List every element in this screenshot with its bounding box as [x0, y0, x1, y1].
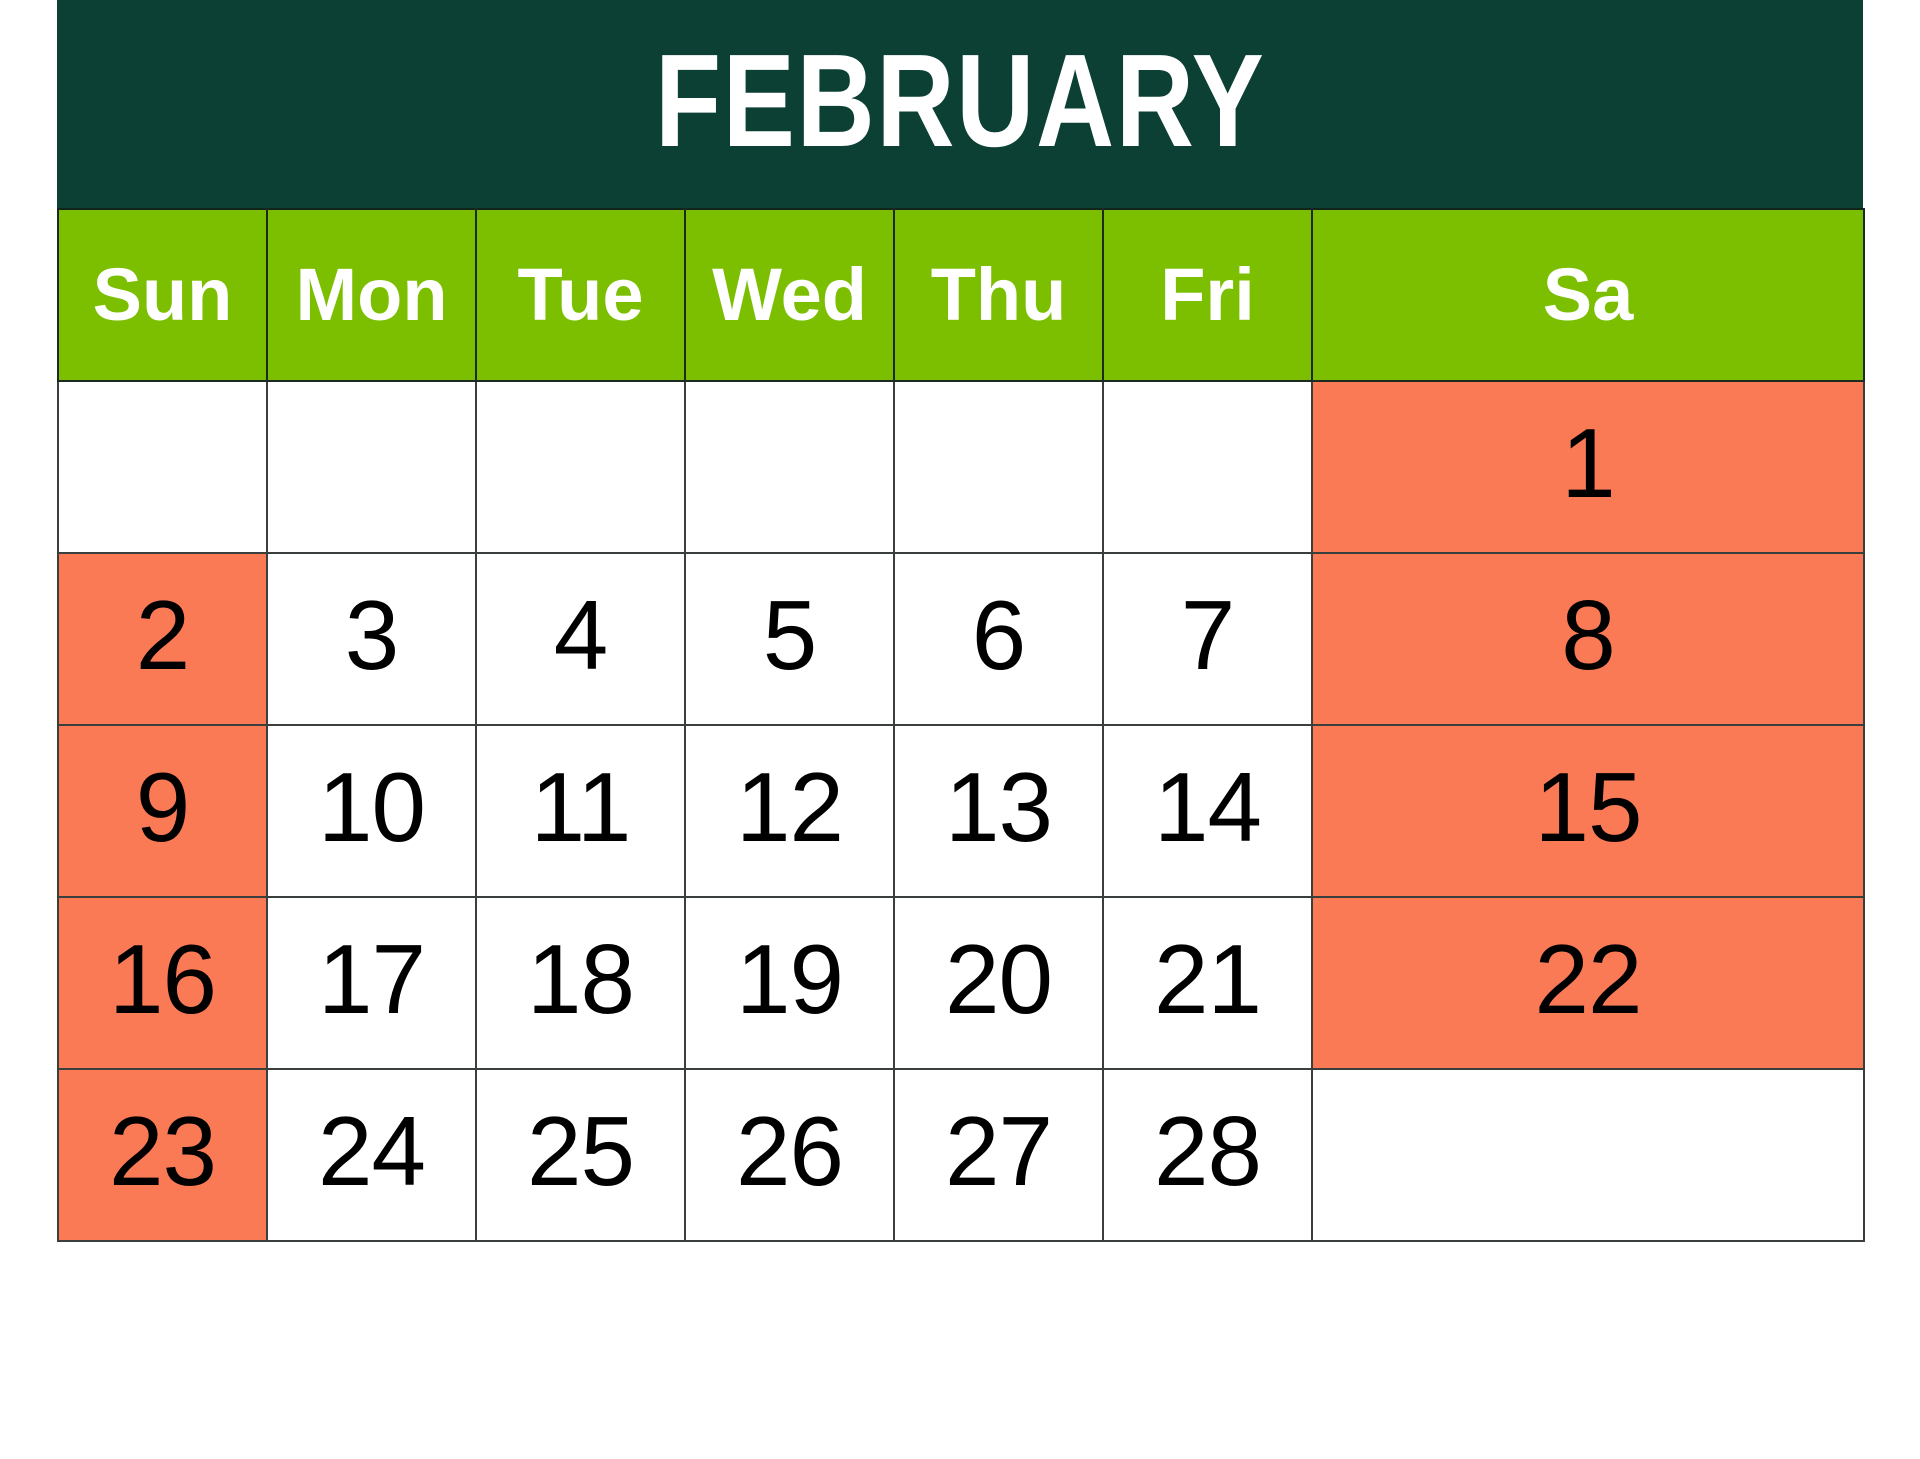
- calendar-day-cell-empty: [57, 380, 268, 554]
- day-number: 18: [526, 924, 635, 1034]
- calendar-day-cell[interactable]: 8: [1311, 552, 1865, 726]
- calendar-day-cell[interactable]: 5: [684, 552, 895, 726]
- calendar-grid: Sun Mon Tue Wed Thu Fri Sa 1 2 3 4 5 6 7 8 9 10 11 12 13 14…: [57, 208, 1865, 1242]
- calendar-day-cell-empty: [266, 380, 477, 554]
- calendar-day-cell[interactable]: 10: [266, 724, 477, 898]
- calendar-day-cell[interactable]: 7: [1102, 552, 1313, 726]
- calendar-week-row: 23 24 25 26 27 28: [57, 1068, 1865, 1242]
- calendar-day-cell[interactable]: 23: [57, 1068, 268, 1242]
- day-number: 26: [735, 1096, 844, 1206]
- day-header-monday: Mon: [266, 208, 477, 382]
- calendar-day-cell[interactable]: 25: [475, 1068, 686, 1242]
- calendar-day-cell[interactable]: 28: [1102, 1068, 1313, 1242]
- day-number: 24: [317, 1096, 426, 1206]
- calendar-week-row: 2 3 4 5 6 7 8: [57, 552, 1865, 726]
- day-header-sunday: Sun: [57, 208, 268, 382]
- calendar-day-cell-empty: [684, 380, 895, 554]
- calendar-day-cell-empty: [1102, 380, 1313, 554]
- day-number: 4: [553, 580, 609, 690]
- calendar-day-cell[interactable]: 9: [57, 724, 268, 898]
- day-number: 23: [108, 1096, 217, 1206]
- day-number: 11: [530, 752, 632, 862]
- day-number: 16: [108, 924, 217, 1034]
- day-number: 13: [944, 752, 1053, 862]
- day-number: 10: [317, 752, 426, 862]
- day-number: 2: [135, 580, 191, 690]
- calendar-day-cell[interactable]: 16: [57, 896, 268, 1070]
- calendar-day-cell[interactable]: 14: [1102, 724, 1313, 898]
- calendar-day-cell[interactable]: 6: [893, 552, 1104, 726]
- calendar: FEBRUARY Sun Mon Tue Wed Thu Fri Sa 1234567891…: [57, 0, 1865, 1242]
- day-number: 6: [971, 580, 1027, 690]
- calendar-day-cell[interactable]: 2: [57, 552, 268, 726]
- day-number: 8: [1561, 580, 1616, 690]
- calendar-day-cell[interactable]: 24: [266, 1068, 477, 1242]
- day-number: 7: [1180, 580, 1236, 690]
- day-header-saturday: Sa: [1311, 208, 1865, 382]
- day-number: 5: [762, 580, 818, 690]
- day-number: 21: [1153, 924, 1262, 1034]
- day-number: 19: [735, 924, 844, 1034]
- day-number: 22: [1534, 924, 1642, 1034]
- day-number: 28: [1153, 1096, 1262, 1206]
- day-header-friday: Fri: [1102, 208, 1313, 382]
- day-number: 20: [944, 924, 1053, 1034]
- day-of-week-header-row: Sun Mon Tue Wed Thu Fri Sa: [57, 208, 1865, 382]
- day-number: 3: [344, 580, 400, 690]
- calendar-day-cell[interactable]: 27: [893, 1068, 1104, 1242]
- day-number: 25: [526, 1096, 635, 1206]
- day-header-tuesday: Tue: [475, 208, 686, 382]
- calendar-week-row: 16 17 18 19 20 21 22: [57, 896, 1865, 1070]
- day-number: 27: [944, 1096, 1053, 1206]
- calendar-day-cell[interactable]: 12: [684, 724, 895, 898]
- day-number: 17: [317, 924, 426, 1034]
- day-number: 1: [1561, 408, 1616, 518]
- day-number: 9: [135, 752, 191, 862]
- calendar-day-cell[interactable]: 20: [893, 896, 1104, 1070]
- month-title-bar: FEBRUARY: [57, 0, 1863, 208]
- day-header-wednesday: Wed: [684, 208, 895, 382]
- page-title: FEBRUARY: [654, 27, 1266, 174]
- calendar-day-cell[interactable]: 15: [1311, 724, 1865, 898]
- calendar-day-cell-empty: [1311, 1068, 1865, 1242]
- calendar-day-cell[interactable]: 26: [684, 1068, 895, 1242]
- calendar-day-cell[interactable]: 19: [684, 896, 895, 1070]
- calendar-week-row: 1: [57, 380, 1865, 554]
- calendar-body: 1 2 3 4 5 6 7 8 9 10 11 12 13 14 15 16 17 18 19 20 21 22 23 24 2…: [57, 380, 1865, 1242]
- day-header-thursday: Thu: [893, 208, 1104, 382]
- day-number: 12: [735, 752, 844, 862]
- calendar-day-cell[interactable]: 17: [266, 896, 477, 1070]
- day-number: 14: [1153, 752, 1262, 862]
- calendar-day-cell[interactable]: 21: [1102, 896, 1313, 1070]
- calendar-week-row: 9 10 11 12 13 14 15: [57, 724, 1865, 898]
- day-number: 15: [1534, 752, 1642, 862]
- calendar-day-cell[interactable]: 13: [893, 724, 1104, 898]
- calendar-day-cell-empty: [475, 380, 686, 554]
- calendar-day-cell-empty: [893, 380, 1104, 554]
- calendar-day-cell[interactable]: 1: [1311, 380, 1865, 554]
- calendar-day-cell[interactable]: 18: [475, 896, 686, 1070]
- calendar-day-cell[interactable]: 4: [475, 552, 686, 726]
- calendar-day-cell[interactable]: 22: [1311, 896, 1865, 1070]
- calendar-day-cell[interactable]: 3: [266, 552, 477, 726]
- calendar-day-cell[interactable]: 11: [475, 724, 686, 898]
